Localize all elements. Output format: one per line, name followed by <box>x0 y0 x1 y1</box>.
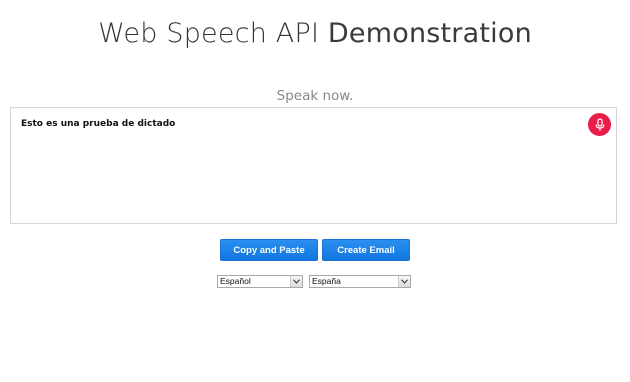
action-buttons: Copy and Paste Create Email <box>220 239 410 261</box>
status-message: Speak now. <box>276 88 354 104</box>
copy-and-paste-button[interactable]: Copy and Paste <box>220 239 318 261</box>
language-select[interactable]: Español <box>217 275 303 288</box>
page-title-main: Web Speech API <box>98 18 320 49</box>
language-select-value: Español <box>220 276 251 286</box>
microphone-button[interactable] <box>588 113 611 136</box>
page-title: Web Speech API Demonstration <box>0 18 630 49</box>
language-selectors: Español España <box>217 275 411 288</box>
results-box[interactable]: Esto es una prueba de dictado <box>10 107 617 224</box>
chevron-down-icon <box>290 276 302 287</box>
microphone-icon <box>595 117 604 131</box>
dialect-select-value: España <box>312 276 341 286</box>
transcript-text: Esto es una prueba de dictado <box>21 119 176 129</box>
chevron-down-icon <box>398 276 410 287</box>
dialect-select[interactable]: España <box>309 275 411 288</box>
page-title-sub: Demonstration <box>327 18 532 49</box>
create-email-button[interactable]: Create Email <box>322 239 410 261</box>
